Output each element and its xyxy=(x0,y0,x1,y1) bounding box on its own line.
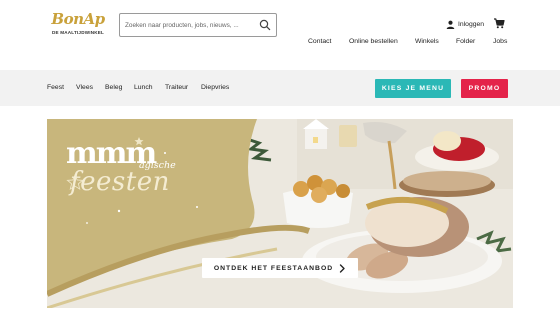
nav-jobs[interactable]: Jobs xyxy=(493,38,507,45)
user-icon xyxy=(446,20,455,29)
nav-online-bestellen[interactable]: Online bestellen xyxy=(349,38,398,45)
search-box xyxy=(119,13,277,37)
cta-label: ONTDEK HET FEESTAANBOD xyxy=(213,264,334,272)
top-nav: Contact Online bestellen Winkels Folder … xyxy=(0,38,560,48)
login-link[interactable]: Inloggen xyxy=(446,18,484,30)
search-input[interactable] xyxy=(125,18,255,32)
discover-feast-offer-button[interactable]: ONTDEK HET FEESTAANBOD xyxy=(202,258,358,278)
choose-menu-button[interactable]: KIES JE MENU xyxy=(375,79,451,98)
category-lunch[interactable]: Lunch xyxy=(134,84,153,91)
cart-icon[interactable] xyxy=(493,17,505,29)
site-header: BonAp DE MAALTIJDWINKEL Inloggen Contact… xyxy=(0,0,560,70)
nav-winkels[interactable]: Winkels xyxy=(415,38,439,45)
logo-subtext: DE MAALTIJDWINKEL xyxy=(51,30,105,35)
nav-folder[interactable]: Folder xyxy=(456,38,475,45)
nav-contact[interactable]: Contact xyxy=(308,38,331,45)
headline-feesten: feesten xyxy=(70,167,170,197)
category-traiteur[interactable]: Traiteur xyxy=(165,84,188,91)
logo-text: BonAp xyxy=(51,10,105,28)
promo-button[interactable]: PROMO xyxy=(461,79,508,98)
category-feest[interactable]: Feest xyxy=(47,84,64,91)
category-beleg[interactable]: Beleg xyxy=(105,84,122,91)
logo[interactable]: BonAp DE MAALTIJDWINKEL xyxy=(49,11,107,41)
chevron-right-icon xyxy=(339,263,345,273)
login-label: Inloggen xyxy=(458,20,485,28)
search-icon[interactable] xyxy=(259,19,271,31)
category-vlees[interactable]: Vlees xyxy=(76,84,93,91)
category-diepvries[interactable]: Diepvries xyxy=(201,84,229,91)
hero-banner[interactable]: mmm agische feesten ONTDEK HET FEESTAANB… xyxy=(47,119,513,308)
